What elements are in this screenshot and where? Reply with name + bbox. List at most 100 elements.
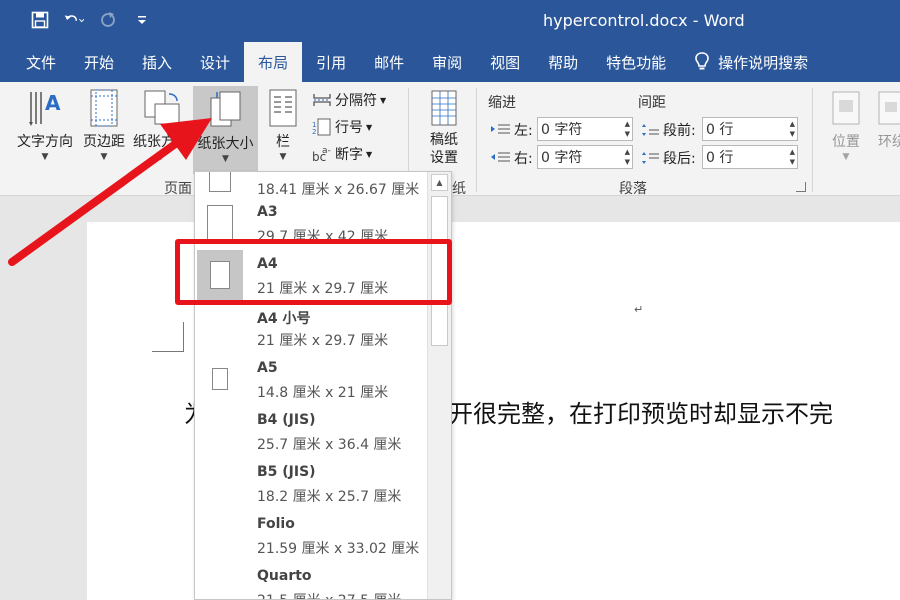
tab-mailings[interactable]: 邮件 <box>360 42 418 82</box>
position-label: 位置 <box>832 134 860 150</box>
tab-review[interactable]: 审阅 <box>418 42 476 82</box>
undo-icon[interactable] <box>64 10 84 30</box>
indent-left-input[interactable]: 0 字符 ▲ ▼ <box>537 117 633 141</box>
chevron-down-icon: ▼ <box>366 149 373 159</box>
tab-view[interactable]: 视图 <box>476 42 534 82</box>
line-numbers-icon: 12 <box>312 118 331 136</box>
paragraph-mark: ↵ <box>634 303 644 316</box>
title-separator: - <box>692 11 699 30</box>
hyphenation-label: 断字 <box>335 147 363 163</box>
tab-home[interactable]: 开始 <box>70 42 128 82</box>
app-name: Word <box>703 11 745 30</box>
ribbon-tabs: 文件 开始 插入 设计 布局 引用 邮件 审阅 视图 帮助 特色功能 操作说明搜… <box>0 42 900 82</box>
customize-icon[interactable] <box>132 10 152 30</box>
space-after-input[interactable]: 0 行 ▲ ▼ <box>702 145 798 169</box>
paper-size-option-b4[interactable]: B4 (JIS) 25.7 厘米 x 36.4 厘米 <box>195 405 429 457</box>
indent-right-input[interactable]: 0 字符 ▲ ▼ <box>537 145 633 169</box>
margins-button[interactable]: 页边距 ▼ <box>78 88 130 162</box>
save-icon[interactable] <box>30 10 50 30</box>
draft-paper-icon <box>424 88 464 128</box>
tab-special-features[interactable]: 特色功能 <box>592 42 680 82</box>
paper-icon <box>197 406 243 456</box>
redo-icon[interactable] <box>98 10 118 30</box>
crop-mark <box>152 322 184 352</box>
breaks-button[interactable]: 分隔符 ▼ <box>312 90 386 110</box>
tab-file[interactable]: 文件 <box>0 42 70 82</box>
paper-size-option-folio[interactable]: Folio 21.59 厘米 x 33.02 厘米 <box>195 509 429 561</box>
indent-left-label: 左: <box>514 123 533 139</box>
paper-icon <box>197 562 243 599</box>
document-name: hypercontrol.docx <box>543 11 688 30</box>
paper-size-option-quarto[interactable]: Quarto 21.5 厘米 x 27.5 厘米 <box>195 561 429 599</box>
space-after-value: 0 行 <box>706 150 734 166</box>
text-direction-label: 文字方向 <box>17 134 73 150</box>
position-icon <box>826 88 866 128</box>
hyphenation-icon: bca- <box>312 146 331 163</box>
space-before-icon <box>642 124 659 136</box>
annotation-highlight-box <box>175 239 452 305</box>
paper-size-name: A4 小号 <box>257 311 311 327</box>
space-before-input[interactable]: 0 行 ▲ ▼ <box>702 117 798 141</box>
wrap-text-button[interactable]: 环绕 <box>870 88 900 151</box>
group-label-draft: 纸 <box>452 181 466 197</box>
spinner-arrows-icon[interactable]: ▲ ▼ <box>790 119 795 139</box>
indent-right-label-wrap: 右: <box>490 148 533 168</box>
tell-me-search[interactable]: 操作说明搜索 <box>680 52 808 73</box>
space-before-value: 0 行 <box>706 122 734 138</box>
group-separator <box>812 88 813 192</box>
indent-right-icon <box>491 152 510 162</box>
title-bar: hypercontrol.docx - Word <box>0 0 900 42</box>
margins-icon <box>84 88 124 128</box>
tab-layout[interactable]: 布局 <box>244 42 303 82</box>
dialog-launcher-icon[interactable] <box>796 182 806 192</box>
orientation-button[interactable]: 纸张方向 ▼ <box>130 88 192 162</box>
paper-size-name: A3 <box>257 204 278 220</box>
indent-right-label: 右: <box>514 151 533 167</box>
paper-size-option-a4-small[interactable]: A4 小号 21 厘米 x 29.7 厘米 <box>195 301 429 353</box>
space-before-label-wrap: 段前: <box>641 120 696 140</box>
paper-size-name: B5 (JIS) <box>257 464 316 480</box>
indent-right-value: 0 字符 <box>541 150 583 166</box>
columns-button[interactable]: 栏 ▼ <box>262 88 304 162</box>
wrap-text-icon <box>872 88 900 128</box>
space-after-label-wrap: 段后: <box>641 148 696 168</box>
chevron-down-icon: ▼ <box>279 152 287 162</box>
spacing-heading: 间距 <box>638 95 666 111</box>
tab-design[interactable]: 设计 <box>186 42 244 82</box>
lightbulb-icon <box>695 52 709 70</box>
size-button[interactable]: 纸张大小 ▼ <box>193 86 258 174</box>
margins-label: 页边距 <box>83 134 125 150</box>
size-label: 纸张大小 <box>197 136 254 152</box>
text-direction-button[interactable]: A 文字方向 ▼ <box>14 88 76 162</box>
paper-icon <box>197 354 243 404</box>
draft-paper-button[interactable]: 稿纸 设置 <box>420 88 468 167</box>
paper-size-name: A5 <box>257 360 278 376</box>
columns-icon <box>263 88 303 128</box>
spinner-arrows-icon[interactable]: ▲ ▼ <box>625 119 630 139</box>
svg-text:2: 2 <box>312 128 316 136</box>
window-title: hypercontrol.docx - Word <box>543 11 745 30</box>
dropdown-scrollbar[interactable]: ▲ <box>427 172 451 599</box>
spinner-arrows-icon[interactable]: ▲ ▼ <box>790 147 795 167</box>
group-separator <box>476 88 477 192</box>
breaks-label: 分隔符 <box>335 93 377 109</box>
paper-size-name: Quarto <box>257 568 312 584</box>
chevron-down-icon: ▼ <box>380 95 387 105</box>
tab-help[interactable]: 帮助 <box>534 42 592 82</box>
paper-size-dimensions: 21.5 厘米 x 27.5 厘米 <box>257 590 401 599</box>
hyphenation-button[interactable]: bc a- 断字 ▼ <box>312 144 372 164</box>
scroll-up-icon[interactable]: ▲ <box>431 174 448 191</box>
paper-size-option-a5[interactable]: A5 14.8 厘米 x 21 厘米 <box>195 353 429 405</box>
paper-size-dimensions: 21 厘米 x 29.7 厘米 <box>257 333 389 349</box>
position-button[interactable]: 位置 ▼ <box>824 88 868 162</box>
breaks-icon <box>313 94 331 106</box>
tab-insert[interactable]: 插入 <box>128 42 186 82</box>
line-numbers-label: 行号 <box>335 120 363 136</box>
space-before-label: 段前: <box>663 123 696 139</box>
line-numbers-button[interactable]: 12 行号 ▼ <box>312 117 372 137</box>
chevron-down-icon: ▼ <box>366 122 373 132</box>
spinner-arrows-icon[interactable]: ▲ ▼ <box>625 147 630 167</box>
tab-references[interactable]: 引用 <box>302 42 360 82</box>
paper-size-option-b5[interactable]: B5 (JIS) 18.2 厘米 x 25.7 厘米 <box>195 457 429 509</box>
paper-icon <box>197 302 243 352</box>
